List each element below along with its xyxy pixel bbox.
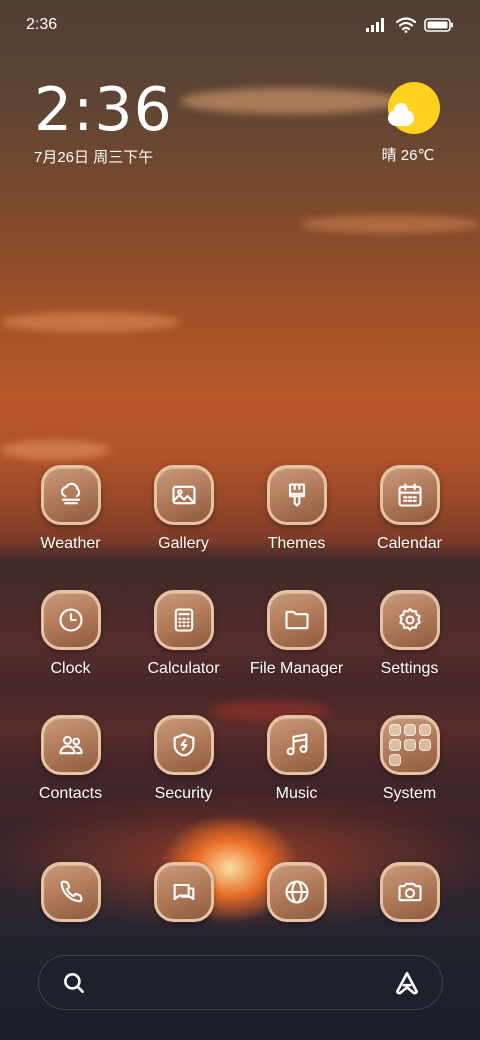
widget-date: 7月26日 周三下午 xyxy=(34,149,154,166)
themes-icon[interactable] xyxy=(266,465,327,525)
sunny-cloud-icon xyxy=(388,82,440,134)
app-label: Music xyxy=(275,785,318,802)
weather-widget[interactable]: 晴 26℃ xyxy=(382,82,444,165)
camera-icon[interactable] xyxy=(379,862,440,922)
status-bar: 2:36 xyxy=(0,0,480,50)
signal-icon xyxy=(366,18,384,32)
cloud xyxy=(0,312,180,332)
app-label: Themes xyxy=(267,535,326,552)
clock-icon[interactable] xyxy=(40,590,101,650)
search-icon[interactable] xyxy=(61,970,87,996)
dock-camera[interactable] xyxy=(353,862,466,922)
app-label: Security xyxy=(154,785,213,802)
weather-icon[interactable] xyxy=(40,465,101,525)
cloud xyxy=(0,440,110,460)
app-file-manager[interactable]: File Manager xyxy=(240,590,353,715)
wifi-icon xyxy=(396,17,416,33)
search-bar[interactable] xyxy=(38,955,443,1010)
app-grid: Weather Gallery Themes Calendar Clock Ca… xyxy=(0,465,480,840)
folder-icon[interactable] xyxy=(266,590,327,650)
app-calculator[interactable]: Calculator xyxy=(127,590,240,715)
battery-icon xyxy=(424,18,453,32)
app-row: Clock Calculator File Manager Settings xyxy=(0,590,480,715)
app-label: Weather xyxy=(40,535,101,552)
app-label: System xyxy=(382,785,437,802)
shield-icon[interactable] xyxy=(153,715,214,775)
app-label: File Manager xyxy=(249,660,344,677)
app-settings[interactable]: Settings xyxy=(353,590,466,715)
browser-icon[interactable] xyxy=(266,862,327,922)
app-gallery[interactable]: Gallery xyxy=(127,465,240,590)
calendar-icon[interactable] xyxy=(379,465,440,525)
contacts-icon[interactable] xyxy=(40,715,101,775)
status-time: 2:36 xyxy=(26,16,58,33)
cloud xyxy=(300,215,480,233)
status-icons xyxy=(366,17,454,33)
clock-widget[interactable]: 2:36 7月26日 周三下午 xyxy=(34,78,173,167)
app-weather[interactable]: Weather xyxy=(14,465,127,590)
music-icon[interactable] xyxy=(266,715,327,775)
app-system-folder[interactable]: System xyxy=(353,715,466,840)
dock-browser[interactable] xyxy=(240,862,353,922)
app-label: Calendar xyxy=(377,535,442,552)
dock xyxy=(0,862,480,922)
app-label: Calculator xyxy=(147,660,220,677)
app-row: Contacts Security Music System xyxy=(0,715,480,840)
folder-grid-icon[interactable] xyxy=(379,715,440,775)
dock-phone[interactable] xyxy=(14,862,127,922)
app-label: Contacts xyxy=(38,785,103,802)
gallery-icon[interactable] xyxy=(153,465,214,525)
app-contacts[interactable]: Contacts xyxy=(14,715,127,840)
app-music[interactable]: Music xyxy=(240,715,353,840)
app-clock[interactable]: Clock xyxy=(14,590,127,715)
app-themes[interactable]: Themes xyxy=(240,465,353,590)
messages-icon[interactable] xyxy=(153,862,214,922)
calculator-icon[interactable] xyxy=(153,590,214,650)
cloud xyxy=(180,88,400,114)
dock-messages[interactable] xyxy=(127,862,240,922)
app-label: Settings xyxy=(380,660,439,677)
app-row: Weather Gallery Themes Calendar xyxy=(0,465,480,590)
folder-grid xyxy=(388,724,431,766)
app-label: Gallery xyxy=(158,535,209,552)
gear-icon[interactable] xyxy=(379,590,440,650)
app-label: Clock xyxy=(50,660,91,677)
assistant-icon[interactable] xyxy=(394,970,420,996)
app-security[interactable]: Security xyxy=(127,715,240,840)
widget-time: 2:36 xyxy=(34,75,173,145)
phone-icon[interactable] xyxy=(40,862,101,922)
weather-summary: 晴 26℃ xyxy=(381,147,435,164)
app-calendar[interactable]: Calendar xyxy=(353,465,466,590)
